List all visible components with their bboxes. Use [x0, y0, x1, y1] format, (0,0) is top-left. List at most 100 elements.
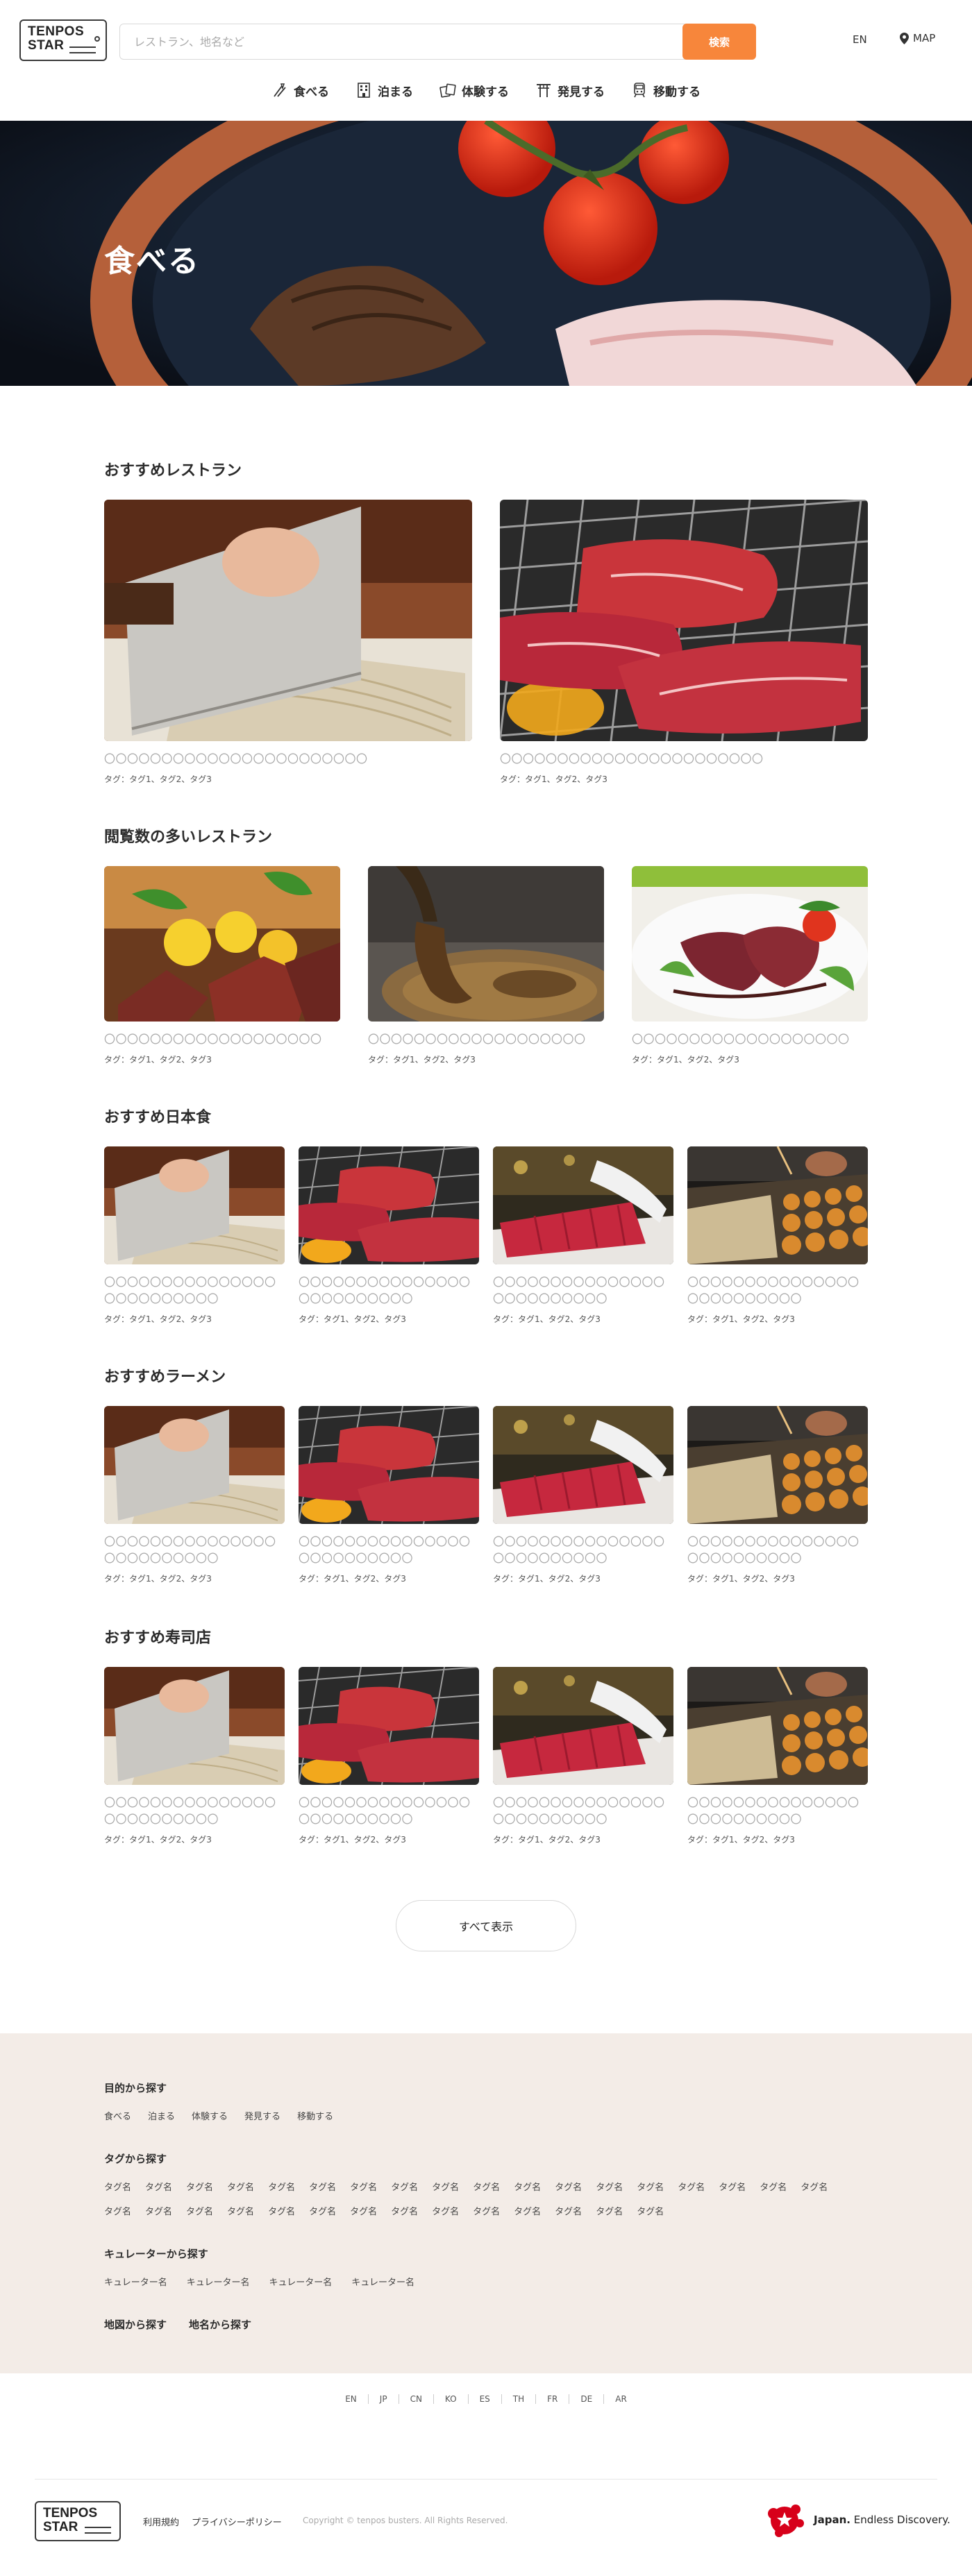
language-switch[interactable]: EN — [853, 33, 867, 46]
japan-endless-discovery-logo[interactable]: Japan. Endless Discovery. — [764, 2501, 950, 2539]
card-image[interactable] — [104, 1667, 285, 1785]
footer-tag-link[interactable]: タグ名 — [309, 2180, 336, 2193]
restaurant-card[interactable]: 〇〇〇〇〇〇〇〇〇〇〇〇〇〇〇〇〇〇〇 タグ：タグ1、タグ2、タグ3 — [368, 866, 604, 1065]
card-title[interactable]: 〇〇〇〇〇〇〇〇〇〇〇〇〇〇〇〇〇〇〇〇〇〇〇〇〇 — [687, 1274, 868, 1307]
footer-tag-link[interactable]: タグ名 — [473, 2180, 500, 2193]
nav-item-stay[interactable]: 泊まる — [355, 78, 413, 103]
footer-tag-link[interactable]: タグ名 — [309, 2204, 336, 2217]
restaurant-card[interactable]: 〇〇〇〇〇〇〇〇〇〇〇〇〇〇〇〇〇〇〇〇〇〇〇〇〇 タグ：タグ1、タグ2、タグ3 — [687, 1667, 868, 1845]
search-input[interactable] — [120, 24, 648, 59]
footer-tag-link[interactable]: タグ名 — [186, 2204, 213, 2217]
footer-link[interactable]: 発見する — [244, 2109, 280, 2122]
restaurant-card[interactable]: 〇〇〇〇〇〇〇〇〇〇〇〇〇〇〇〇〇〇〇〇〇〇〇〇〇 タグ：タグ1、タグ2、タグ3 — [493, 1406, 673, 1584]
nav-item-discover[interactable]: 発見する — [535, 78, 605, 103]
footer-tag-link[interactable]: タグ名 — [678, 2180, 705, 2193]
restaurant-card[interactable]: 〇〇〇〇〇〇〇〇〇〇〇〇〇〇〇〇〇〇〇〇〇〇〇〇〇 タグ：タグ1、タグ2、タグ3 — [493, 1667, 673, 1845]
lang-link[interactable]: AR — [604, 2394, 638, 2404]
card-image[interactable] — [687, 1146, 868, 1264]
footer-area-search[interactable]: 地名から探す — [189, 2317, 251, 2332]
map-link[interactable]: MAP — [900, 32, 935, 44]
card-image[interactable] — [687, 1406, 868, 1524]
restaurant-card[interactable]: 〇〇〇〇〇〇〇〇〇〇〇〇〇〇〇〇〇〇〇〇〇〇〇〇〇 タグ：タグ1、タグ2、タグ3 — [104, 1406, 285, 1584]
footer-tag-link[interactable]: タグ名 — [145, 2180, 172, 2193]
footer-tag-link[interactable]: タグ名 — [760, 2180, 787, 2193]
show-all-button[interactable]: すべて表示 — [396, 1900, 576, 1951]
nav-item-experience[interactable]: 体験する — [439, 78, 509, 103]
card-image[interactable] — [104, 1146, 285, 1264]
nav-item-move[interactable]: 移動する — [631, 78, 701, 103]
card-title[interactable]: 〇〇〇〇〇〇〇〇〇〇〇〇〇〇〇〇〇〇〇 — [632, 1031, 868, 1048]
card-title[interactable]: 〇〇〇〇〇〇〇〇〇〇〇〇〇〇〇〇〇〇〇〇〇〇〇〇〇 — [299, 1274, 479, 1307]
footer-tag-link[interactable]: タグ名 — [637, 2204, 664, 2217]
footer-tag-link[interactable]: タグ名 — [432, 2204, 459, 2217]
footer-tag-link[interactable]: タグ名 — [391, 2204, 418, 2217]
footer-tag-link[interactable]: タグ名 — [104, 2204, 131, 2217]
footer-link[interactable]: 体験する — [192, 2109, 228, 2122]
card-image[interactable] — [104, 866, 340, 1022]
card-image[interactable] — [299, 1406, 479, 1524]
footer-link[interactable]: キュレーター名 — [351, 2275, 414, 2288]
footer-tag-link[interactable]: タグ名 — [514, 2204, 541, 2217]
lang-link[interactable]: FR — [536, 2394, 570, 2404]
card-title[interactable]: 〇〇〇〇〇〇〇〇〇〇〇〇〇〇〇〇〇〇〇〇〇〇〇〇〇 — [299, 1534, 479, 1567]
lang-link[interactable]: KO — [434, 2394, 469, 2404]
card-image[interactable] — [493, 1667, 673, 1785]
footer-tag-link[interactable]: タグ名 — [227, 2180, 254, 2193]
restaurant-card[interactable]: 〇〇〇〇〇〇〇〇〇〇〇〇〇〇〇〇〇〇〇〇〇〇〇〇〇 タグ：タグ1、タグ2、タグ3 — [299, 1406, 479, 1584]
card-image[interactable] — [687, 1667, 868, 1785]
card-image[interactable] — [299, 1146, 479, 1264]
card-title[interactable]: 〇〇〇〇〇〇〇〇〇〇〇〇〇〇〇〇〇〇〇〇〇〇〇〇〇 — [104, 1274, 285, 1307]
card-image[interactable] — [500, 500, 868, 741]
footer-tag-link[interactable]: タグ名 — [596, 2180, 623, 2193]
footer-tag-link[interactable]: タグ名 — [186, 2180, 213, 2193]
footer-tag-link[interactable]: タグ名 — [555, 2180, 582, 2193]
card-image[interactable] — [104, 1406, 285, 1524]
restaurant-card[interactable]: 〇〇〇〇〇〇〇〇〇〇〇〇〇〇〇〇〇〇〇 タグ：タグ1、タグ2、タグ3 — [104, 866, 340, 1065]
site-logo[interactable]: TENPOS STAR — [19, 19, 107, 61]
footer-link[interactable]: キュレーター名 — [269, 2275, 333, 2288]
card-title[interactable]: 〇〇〇〇〇〇〇〇〇〇〇〇〇〇〇〇〇〇〇〇〇〇〇〇〇 — [493, 1534, 673, 1567]
restaurant-card[interactable]: 〇〇〇〇〇〇〇〇〇〇〇〇〇〇〇〇〇〇〇〇〇〇〇〇〇 タグ：タグ1、タグ2、タグ3 — [299, 1667, 479, 1845]
card-image[interactable] — [368, 866, 604, 1022]
footer-tag-link[interactable]: タグ名 — [350, 2204, 377, 2217]
card-title[interactable]: 〇〇〇〇〇〇〇〇〇〇〇〇〇〇〇〇〇〇〇〇〇〇〇〇〇 — [687, 1534, 868, 1567]
restaurant-card[interactable]: 〇〇〇〇〇〇〇〇〇〇〇〇〇〇〇〇〇〇〇〇〇〇〇〇〇 タグ：タグ1、タグ2、タグ3 — [493, 1146, 673, 1325]
footer-map-search[interactable]: 地図から探す — [104, 2317, 167, 2332]
footer-tag-link[interactable]: タグ名 — [227, 2204, 254, 2217]
footer-tag-link[interactable]: タグ名 — [555, 2204, 582, 2217]
restaurant-card[interactable]: 〇〇〇〇〇〇〇〇〇〇〇〇〇〇〇〇〇〇〇〇〇〇〇〇〇 タグ：タグ1、タグ2、タグ3 — [104, 1146, 285, 1325]
restaurant-card[interactable]: 〇〇〇〇〇〇〇〇〇〇〇〇〇〇〇〇〇〇〇〇〇〇〇〇〇 タグ：タグ1、タグ2、タグ3 — [299, 1146, 479, 1325]
footer-tag-link[interactable]: タグ名 — [268, 2204, 295, 2217]
lang-link[interactable]: CN — [399, 2394, 434, 2404]
card-image[interactable] — [493, 1146, 673, 1264]
card-image[interactable] — [299, 1667, 479, 1785]
restaurant-card[interactable]: 〇〇〇〇〇〇〇〇〇〇〇〇〇〇〇〇〇〇〇〇〇〇〇 タグ：タグ1、タグ2、タグ3 — [104, 500, 472, 785]
restaurant-card[interactable]: 〇〇〇〇〇〇〇〇〇〇〇〇〇〇〇〇〇〇〇〇〇〇〇 タグ：タグ1、タグ2、タグ3 — [500, 500, 868, 785]
card-title[interactable]: 〇〇〇〇〇〇〇〇〇〇〇〇〇〇〇〇〇〇〇〇〇〇〇 — [104, 751, 472, 768]
footer-tag-link[interactable]: タグ名 — [637, 2180, 664, 2193]
card-title[interactable]: 〇〇〇〇〇〇〇〇〇〇〇〇〇〇〇〇〇〇〇〇〇〇〇〇〇 — [104, 1534, 285, 1567]
footer-link[interactable]: 食べる — [104, 2109, 131, 2122]
card-title[interactable]: 〇〇〇〇〇〇〇〇〇〇〇〇〇〇〇〇〇〇〇〇〇〇〇〇〇 — [687, 1795, 868, 1828]
nav-item-eat[interactable]: 食べる — [271, 78, 329, 103]
lang-link[interactable]: ES — [469, 2394, 502, 2404]
terms-link[interactable]: 利用規約 — [143, 2515, 179, 2528]
footer-tag-link[interactable]: タグ名 — [391, 2180, 418, 2193]
card-image[interactable] — [493, 1406, 673, 1524]
restaurant-card[interactable]: 〇〇〇〇〇〇〇〇〇〇〇〇〇〇〇〇〇〇〇〇〇〇〇〇〇 タグ：タグ1、タグ2、タグ3 — [104, 1667, 285, 1845]
lang-link[interactable]: DE — [569, 2394, 605, 2404]
privacy-link[interactable]: プライバシーポリシー — [192, 2515, 282, 2528]
footer-tag-link[interactable]: タグ名 — [473, 2204, 500, 2217]
footer-tag-link[interactable]: タグ名 — [596, 2204, 623, 2217]
footer-tag-link[interactable]: タグ名 — [801, 2180, 828, 2193]
footer-tag-link[interactable]: タグ名 — [432, 2180, 459, 2193]
footer-tag-link[interactable]: タグ名 — [145, 2204, 172, 2217]
card-title[interactable]: 〇〇〇〇〇〇〇〇〇〇〇〇〇〇〇〇〇〇〇〇〇〇〇〇〇 — [299, 1795, 479, 1828]
footer-tag-link[interactable]: タグ名 — [104, 2180, 131, 2193]
footer-tag-link[interactable]: タグ名 — [268, 2180, 295, 2193]
card-title[interactable]: 〇〇〇〇〇〇〇〇〇〇〇〇〇〇〇〇〇〇〇 — [368, 1031, 604, 1048]
search-button[interactable]: 検索 — [682, 24, 756, 60]
footer-link[interactable]: 泊まる — [148, 2109, 175, 2122]
restaurant-card[interactable]: 〇〇〇〇〇〇〇〇〇〇〇〇〇〇〇〇〇〇〇〇〇〇〇〇〇 タグ：タグ1、タグ2、タグ3 — [687, 1146, 868, 1325]
restaurant-card[interactable]: 〇〇〇〇〇〇〇〇〇〇〇〇〇〇〇〇〇〇〇〇〇〇〇〇〇 タグ：タグ1、タグ2、タグ3 — [687, 1406, 868, 1584]
